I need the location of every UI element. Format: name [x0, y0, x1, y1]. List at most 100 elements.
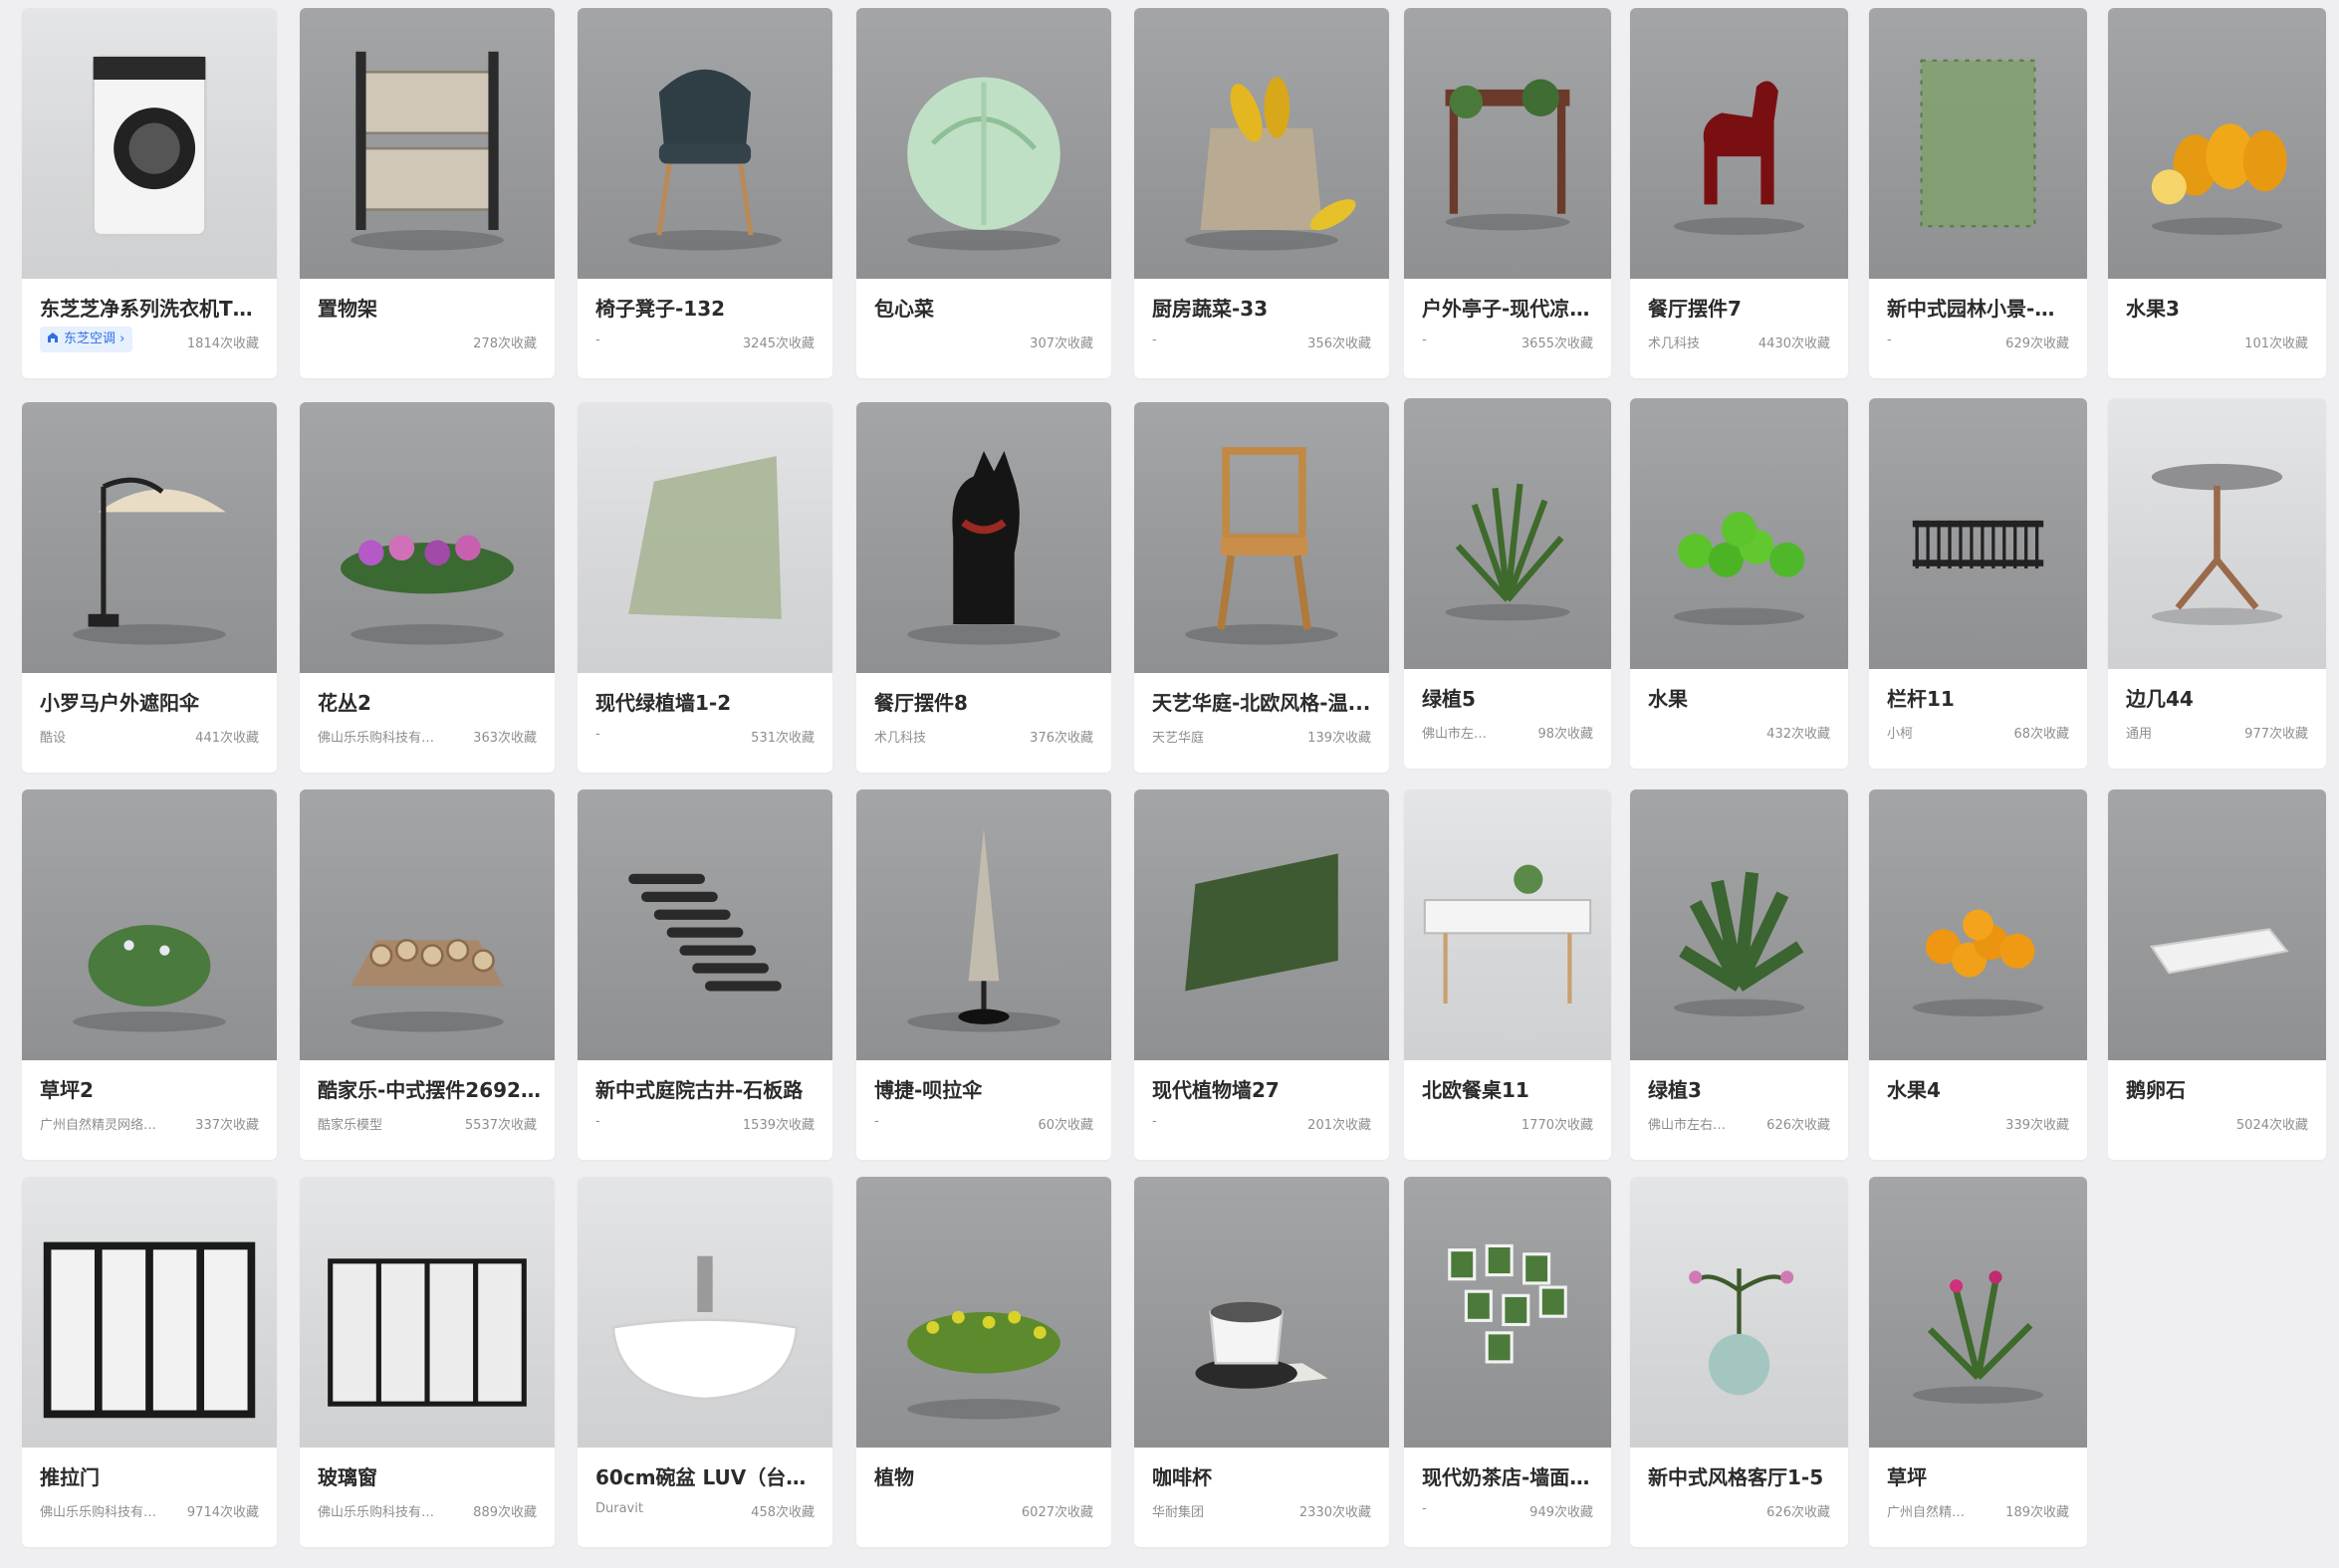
model-card[interactable]: 厨房蔬菜-33 - 356次收藏 — [1134, 8, 1389, 378]
model-thumbnail[interactable] — [1404, 1177, 1611, 1448]
model-card[interactable]: 水果 432次收藏 — [1630, 398, 1848, 769]
model-thumbnail[interactable] — [1134, 402, 1389, 673]
model-card[interactable]: 水果3 101次收藏 — [2108, 8, 2326, 378]
model-card[interactable]: 咖啡杯 华耐集团 2330次收藏 — [1134, 1177, 1389, 1547]
model-card[interactable]: 小罗马户外遮阳伞 酷设 441次收藏 — [22, 402, 277, 773]
model-card[interactable]: 包心菜 307次收藏 — [856, 8, 1111, 378]
model-thumbnail[interactable] — [856, 402, 1111, 673]
model-title[interactable]: 新中式庭院古井-石板路 — [595, 1074, 819, 1103]
model-thumbnail[interactable] — [1404, 789, 1611, 1060]
model-thumbnail[interactable] — [300, 1177, 555, 1448]
model-thumbnail[interactable] — [22, 402, 277, 673]
model-card[interactable]: 新中式庭院古井-石板路 - 1539次收藏 — [578, 789, 832, 1160]
model-card[interactable]: 北欧餐桌11 1770次收藏 — [1404, 789, 1611, 1160]
model-title[interactable]: 栏杆11 — [1887, 683, 2073, 712]
model-title[interactable]: 草坪2 — [40, 1074, 263, 1103]
model-card[interactable]: 栏杆11 小柯 68次收藏 — [1869, 398, 2087, 769]
model-card[interactable]: 推拉门 佛山乐乐购科技有限... 9714次收藏 — [22, 1177, 277, 1547]
model-title[interactable]: 绿植5 — [1422, 683, 1597, 712]
model-title[interactable]: 现代植物墙27 — [1152, 1074, 1375, 1103]
model-card[interactable]: 现代奶茶店-墙面装饰 - 949次收藏 — [1404, 1177, 1611, 1547]
model-title[interactable]: 小罗马户外遮阳伞 — [40, 687, 263, 716]
model-card[interactable]: 现代绿植墙1-2 - 531次收藏 — [578, 402, 832, 773]
model-title[interactable]: 植物 — [874, 1461, 1097, 1490]
model-card[interactable]: 草坪2 广州自然精灵网络科... 337次收藏 — [22, 789, 277, 1160]
model-thumbnail[interactable] — [300, 789, 555, 1060]
model-card[interactable]: 餐厅摆件8 术几科技 376次收藏 — [856, 402, 1111, 773]
model-card[interactable]: 置物架 278次收藏 — [300, 8, 555, 378]
model-title[interactable]: 咖啡杯 — [1152, 1461, 1375, 1490]
model-thumbnail[interactable] — [578, 1177, 832, 1448]
model-thumbnail[interactable] — [856, 1177, 1111, 1448]
model-title[interactable]: 水果3 — [2126, 293, 2312, 322]
model-thumbnail[interactable] — [1404, 398, 1611, 669]
model-card[interactable]: 新中式园林小景-园林雕塑 - 629次收藏 — [1869, 8, 2087, 378]
model-card[interactable]: 60cm碗盆 LUV（台上盆） Duravit 458次收藏 — [578, 1177, 832, 1547]
model-title[interactable]: 水果 — [1648, 683, 1834, 712]
model-title[interactable]: 60cm碗盆 LUV（台上盆） — [595, 1461, 819, 1490]
model-title[interactable]: 花丛2 — [318, 687, 541, 716]
model-thumbnail[interactable] — [1134, 1177, 1389, 1448]
model-title[interactable]: 新中式园林小景-园林雕塑 — [1887, 293, 2073, 322]
model-title[interactable]: 包心菜 — [874, 293, 1097, 322]
model-title[interactable]: 酷家乐-中式摆件269229... — [318, 1074, 541, 1103]
model-title[interactable]: 鹅卵石 — [2126, 1074, 2312, 1103]
model-thumbnail[interactable] — [22, 789, 277, 1060]
model-title[interactable]: 新中式风格客厅1-5 — [1648, 1461, 1834, 1490]
model-thumbnail[interactable] — [1869, 789, 2087, 1060]
model-card[interactable]: 鹅卵石 5024次收藏 — [2108, 789, 2326, 1160]
model-title[interactable]: 边几44 — [2126, 683, 2312, 712]
model-thumbnail[interactable] — [1134, 789, 1389, 1060]
model-card[interactable]: 花丛2 佛山乐乐购科技有限... 363次收藏 — [300, 402, 555, 773]
model-title[interactable]: 博捷-呗拉伞 — [874, 1074, 1097, 1103]
model-title[interactable]: 玻璃窗 — [318, 1461, 541, 1490]
model-card[interactable]: 博捷-呗拉伞 - 60次收藏 — [856, 789, 1111, 1160]
model-thumbnail[interactable] — [1630, 8, 1848, 279]
model-title[interactable]: 东芝芝净系列洗衣机TW... — [40, 293, 263, 322]
model-card[interactable]: 餐厅摆件7 术几科技 4430次收藏 — [1630, 8, 1848, 378]
model-card[interactable]: 草坪广州自然精灵网络科... 189次收藏 — [1869, 1177, 2087, 1547]
model-thumbnail[interactable] — [1630, 789, 1848, 1060]
model-title[interactable]: 椅子凳子-132 — [595, 293, 819, 322]
model-card[interactable]: 新中式风格客厅1-5 626次收藏 — [1630, 1177, 1848, 1547]
model-card[interactable]: 水果4 339次收藏 — [1869, 789, 2087, 1160]
model-title[interactable]: 现代绿植墙1-2 — [595, 687, 819, 716]
model-card[interactable]: 边几44 通用 977次收藏 — [2108, 398, 2326, 769]
brand-badge[interactable]: 东芝空调 › — [40, 327, 133, 352]
model-title[interactable]: 草坪 — [1887, 1461, 2073, 1490]
model-thumbnail[interactable] — [22, 1177, 277, 1448]
model-thumbnail[interactable] — [2108, 789, 2326, 1060]
model-card[interactable]: 东芝芝净系列洗衣机TW... 东芝空调 › 1814次收藏 — [22, 8, 277, 378]
model-thumbnail[interactable] — [856, 8, 1111, 279]
model-thumbnail[interactable] — [1869, 398, 2087, 669]
model-thumbnail[interactable] — [1869, 1177, 2087, 1448]
model-thumbnail[interactable] — [300, 8, 555, 279]
model-thumbnail[interactable] — [578, 789, 832, 1060]
model-thumbnail[interactable] — [1630, 1177, 1848, 1448]
model-card[interactable]: 户外亭子-现代凉亭-4 - 3655次收藏 — [1404, 8, 1611, 378]
model-card[interactable]: 绿植3 佛山市左右思维装饰... 626次收藏 — [1630, 789, 1848, 1160]
model-thumbnail[interactable] — [1869, 8, 2087, 279]
model-thumbnail[interactable] — [2108, 398, 2326, 669]
model-card[interactable]: 玻璃窗 佛山乐乐购科技有限... 889次收藏 — [300, 1177, 555, 1547]
model-thumbnail[interactable] — [2108, 8, 2326, 279]
model-card[interactable]: 植物 6027次收藏 — [856, 1177, 1111, 1547]
model-card[interactable]: 天艺华庭-北欧风格-温... 天艺华庭 139次收藏 — [1134, 402, 1389, 773]
model-thumbnail[interactable] — [300, 402, 555, 673]
model-title[interactable]: 推拉门 — [40, 1461, 263, 1490]
model-title[interactable]: 户外亭子-现代凉亭-4 — [1422, 293, 1597, 322]
model-title[interactable]: 北欧餐桌11 — [1422, 1074, 1597, 1103]
model-title[interactable]: 现代奶茶店-墙面装饰 — [1422, 1461, 1597, 1490]
model-title[interactable]: 水果4 — [1887, 1074, 2073, 1103]
model-card[interactable]: 绿植5 佛山市左右思维装饰... 98次收藏 — [1404, 398, 1611, 769]
model-thumbnail[interactable] — [1630, 398, 1848, 669]
model-card[interactable]: 现代植物墙27 - 201次收藏 — [1134, 789, 1389, 1160]
model-card[interactable]: 椅子凳子-132 - 3245次收藏 — [578, 8, 832, 378]
model-title[interactable]: 绿植3 — [1648, 1074, 1834, 1103]
model-thumbnail[interactable] — [1134, 8, 1389, 279]
model-thumbnail[interactable] — [856, 789, 1111, 1060]
model-title[interactable]: 厨房蔬菜-33 — [1152, 293, 1375, 322]
model-title[interactable]: 餐厅摆件8 — [874, 687, 1097, 716]
model-title[interactable]: 置物架 — [318, 293, 541, 322]
model-title[interactable]: 天艺华庭-北欧风格-温... — [1152, 687, 1375, 716]
